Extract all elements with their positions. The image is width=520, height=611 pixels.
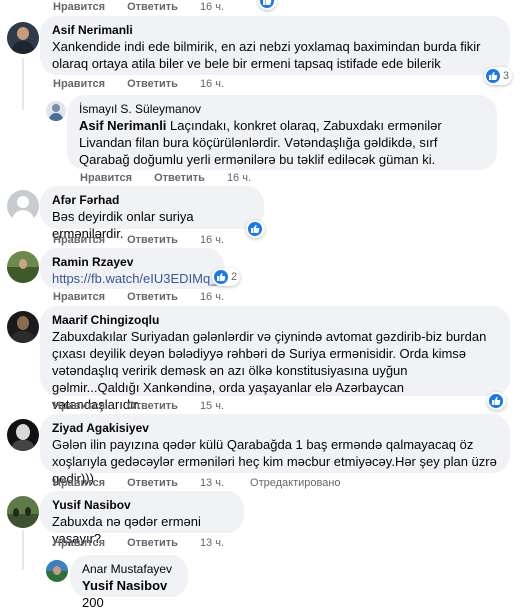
comment-text: Asif Nerimanli Laçındakı, konkret olaraq… — [79, 118, 442, 167]
comment-text: Xankendide indi ede bilmirik, en azi neb… — [52, 39, 481, 71]
like-icon — [214, 270, 228, 284]
comment-bubble: Ziyad Agakisiyev Gələn ilin payızına qəd… — [40, 414, 510, 486]
like-icon — [489, 394, 503, 408]
reply-link[interactable]: Ответить — [127, 537, 178, 549]
mention-tag[interactable]: Asif Nerimanli — [79, 118, 166, 133]
avatar[interactable] — [7, 22, 39, 54]
reply-link[interactable]: Ответить — [127, 78, 178, 90]
thread-line — [22, 530, 24, 570]
comment-bubble: Yusif Nasibov Zabuxda nə qədər erməni ya… — [40, 491, 244, 546]
comment-author[interactable]: Anar Mustafayev — [82, 562, 176, 577]
like-link[interactable]: Нравится — [53, 477, 105, 489]
reaction-badge[interactable] — [487, 392, 506, 410]
comment-actions: Нравится Ответить 16 ч. — [53, 1, 250, 13]
avatar[interactable] — [7, 496, 39, 528]
like-link[interactable]: Нравится — [53, 291, 105, 303]
reply-bubble: Anar Mustafayev Yusif Nasibov 200 — [70, 555, 188, 610]
comment-author[interactable]: Maarif Chingizoqlu — [52, 313, 498, 328]
comment-actions: Нравится Ответить 16 ч. — [80, 172, 277, 184]
reaction-badge[interactable]: 2 — [212, 268, 241, 286]
comment-author[interactable]: Asif Nerimanli — [52, 23, 498, 38]
reply-bubble: İsmayıl S. Süleymanov Asif Nerimanli Laç… — [67, 95, 497, 170]
like-icon — [260, 0, 274, 8]
mention-tag[interactable]: Yusif Nasibov — [82, 578, 167, 593]
avatar[interactable] — [7, 251, 39, 283]
comment-author[interactable]: Ramin Rzayev — [52, 255, 212, 270]
comment-author[interactable]: İsmayıl S. Süleymanov — [79, 102, 485, 117]
timestamp[interactable]: 15 ч. — [200, 400, 224, 412]
timestamp[interactable]: 16 ч. — [200, 291, 224, 303]
timestamp[interactable]: 16 ч. — [200, 234, 224, 246]
comment-bubble: Asif Nerimanli Xankendide indi ede bilmi… — [40, 16, 510, 75]
reaction-count: 3 — [503, 70, 510, 82]
comment-author[interactable]: Afər Fərhad — [52, 193, 252, 208]
timestamp[interactable]: 16 ч. — [200, 1, 224, 13]
comment-actions: Нравится Ответить 13 ч. — [53, 537, 250, 549]
reply-link[interactable]: Ответить — [127, 1, 178, 13]
avatar[interactable] — [46, 560, 68, 582]
reply-link[interactable]: Ответить — [127, 400, 178, 412]
timestamp[interactable]: 16 ч. — [227, 172, 251, 184]
comment-author[interactable]: Yusif Nasibov — [52, 498, 232, 513]
comment-actions: Нравится Ответить 16 ч. — [53, 234, 250, 246]
avatar[interactable] — [7, 419, 39, 451]
comment-actions: Нравится Ответить 13 ч. Отредактировано — [53, 477, 341, 489]
like-link[interactable]: Нравится — [80, 172, 132, 184]
comment-actions: Нравится Ответить 16 ч. — [53, 291, 250, 303]
comment-author[interactable]: Ziyad Agakisiyev — [52, 421, 498, 436]
reaction-count: 2 — [231, 271, 238, 283]
avatar[interactable] — [7, 190, 39, 222]
comment-bubble: Ramin Rzayev https://fb.watch/eIU3EDIMq_… — [40, 248, 224, 289]
timestamp[interactable]: 16 ч. — [200, 78, 224, 90]
like-link[interactable]: Нравится — [53, 400, 105, 412]
comment-bubble: Afər Fərhad Bəs deyirdik onlar suriya er… — [40, 186, 264, 241]
comment-text: Yusif Nasibov 200 — [82, 578, 168, 610]
like-link[interactable]: Нравится — [53, 78, 105, 90]
like-icon — [248, 222, 262, 236]
avatar[interactable] — [7, 311, 39, 343]
timestamp[interactable]: 13 ч. — [200, 537, 224, 549]
comment-bubble: Maarif Chingizoqlu Zabuxdakılar Suriyada… — [40, 306, 510, 412]
reply-link[interactable]: Ответить — [127, 291, 178, 303]
reaction-badge[interactable]: 3 — [484, 67, 513, 85]
reply-link[interactable]: Ответить — [127, 477, 178, 489]
reply-link[interactable]: Ответить — [127, 234, 178, 246]
shared-link[interactable]: https://fb.watch/eIU3EDIMq_/ — [52, 270, 221, 287]
thread-line — [22, 58, 24, 110]
reaction-badge[interactable] — [258, 0, 277, 10]
timestamp[interactable]: 13 ч. — [200, 477, 224, 489]
avatar[interactable] — [46, 101, 66, 121]
like-link[interactable]: Нравится — [53, 234, 105, 246]
like-link[interactable]: Нравится — [53, 1, 105, 13]
like-link[interactable]: Нравится — [53, 537, 105, 549]
reply-link[interactable]: Ответить — [154, 172, 205, 184]
comment-actions: Нравится Ответить 16 ч. — [53, 78, 250, 90]
edited-label: Отредактировано — [250, 477, 341, 489]
like-icon — [486, 69, 500, 83]
comment-actions: Нравится Ответить 15 ч. — [53, 400, 250, 412]
